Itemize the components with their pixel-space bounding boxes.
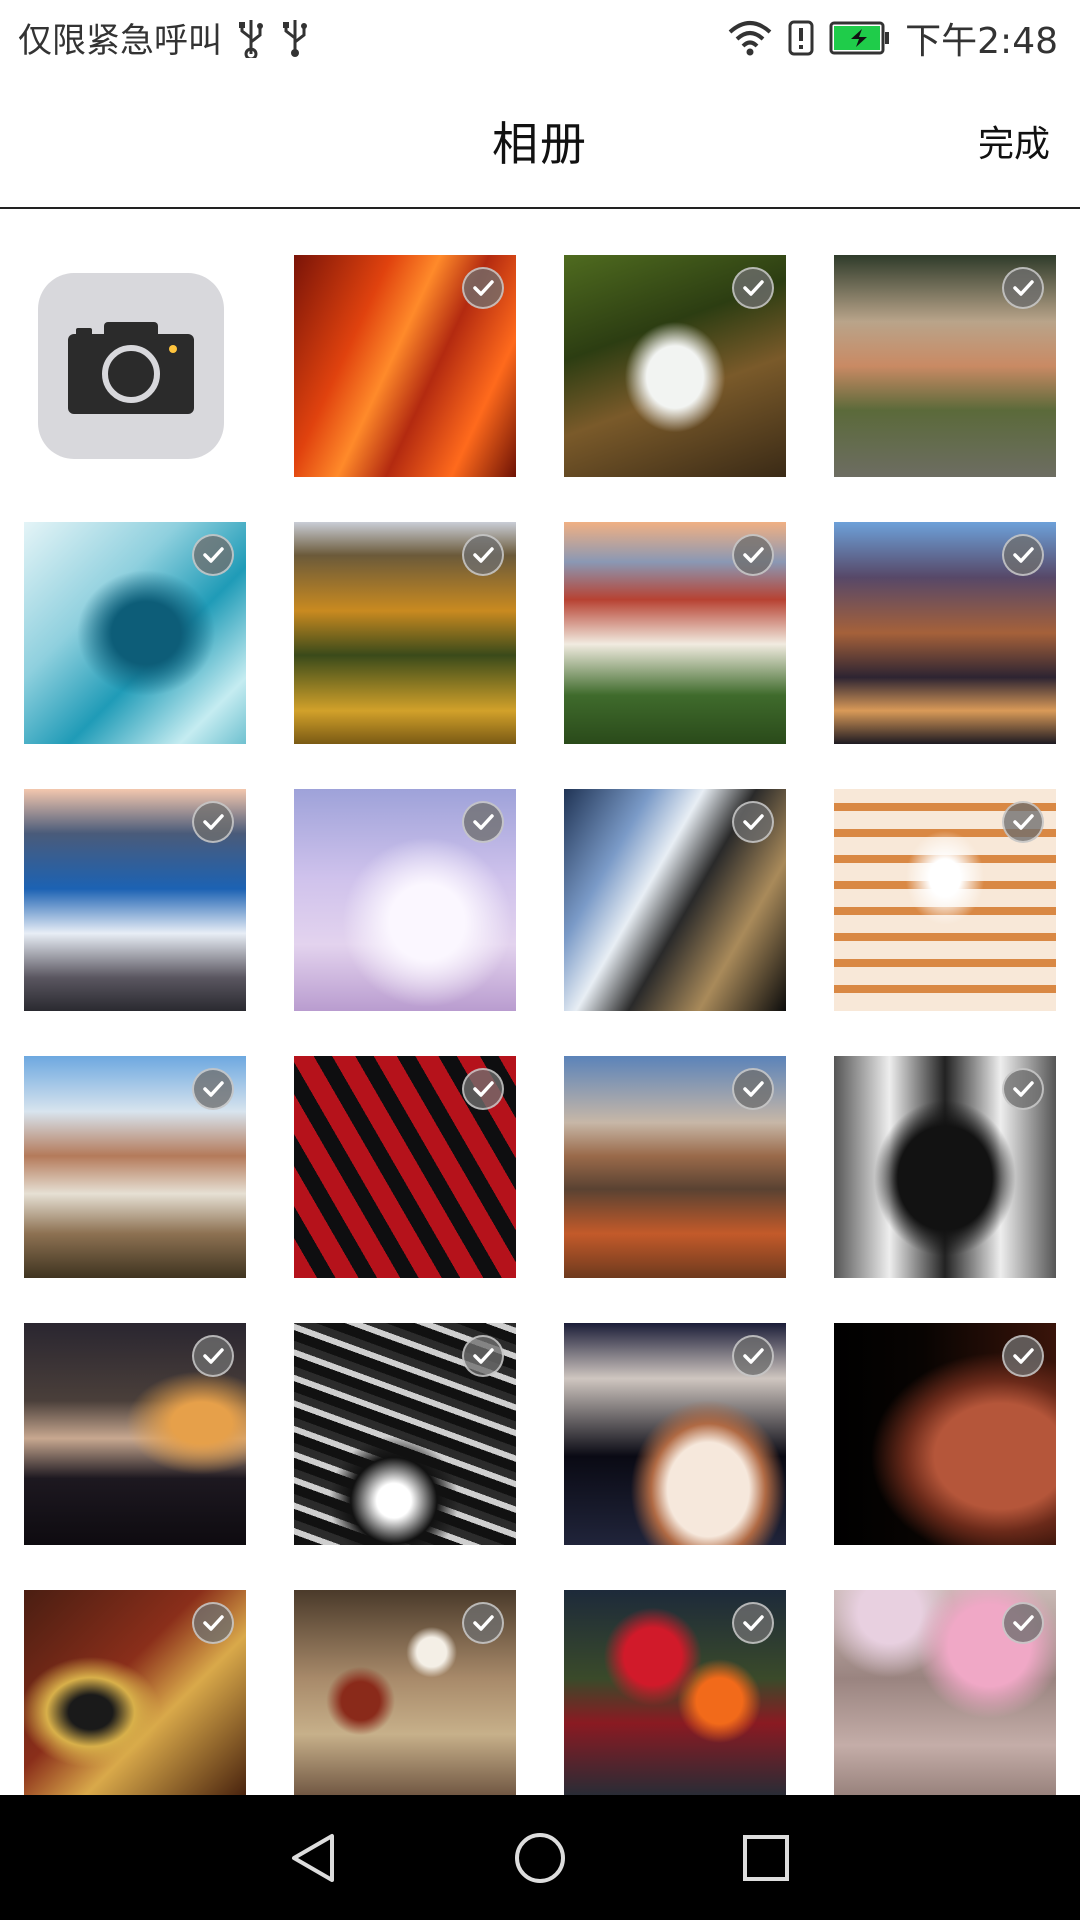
photo-thumbnail[interactable]	[564, 255, 786, 477]
recents-button[interactable]	[738, 1830, 794, 1886]
photo-thumbnail[interactable]	[294, 1056, 516, 1278]
wifi-icon	[728, 20, 772, 55]
selected-check-icon[interactable]	[1002, 801, 1044, 843]
selected-check-icon[interactable]	[732, 267, 774, 309]
done-button[interactable]: 完成	[978, 115, 1050, 167]
selected-check-icon[interactable]	[732, 1602, 774, 1644]
status-right: 下午2:48	[727, 12, 1058, 64]
selected-check-icon[interactable]	[462, 1068, 504, 1110]
selected-check-icon[interactable]	[462, 1602, 504, 1644]
photo-thumbnail[interactable]	[294, 789, 516, 1011]
photo-thumbnail[interactable]	[294, 1323, 516, 1545]
photo-thumbnail[interactable]	[834, 1590, 1056, 1795]
selected-check-icon[interactable]	[732, 1335, 774, 1377]
selected-check-icon[interactable]	[732, 1068, 774, 1110]
selected-check-icon[interactable]	[192, 1602, 234, 1644]
selected-check-icon[interactable]	[192, 1335, 234, 1377]
camera-button[interactable]	[38, 273, 224, 459]
back-button[interactable]	[286, 1830, 342, 1886]
photo-thumbnail[interactable]	[564, 522, 786, 744]
photo-thumbnail[interactable]	[564, 1056, 786, 1278]
carrier-text: 仅限紧急呼叫	[18, 21, 222, 61]
photo-thumbnail[interactable]	[294, 1590, 516, 1795]
selected-check-icon[interactable]	[1002, 267, 1044, 309]
photo-thumbnail[interactable]	[564, 1323, 786, 1545]
home-circle-icon	[515, 1832, 565, 1883]
photo-thumbnail[interactable]	[834, 255, 1056, 477]
selected-check-icon[interactable]	[1002, 1602, 1044, 1644]
selected-check-icon[interactable]	[1002, 534, 1044, 576]
selected-check-icon[interactable]	[732, 801, 774, 843]
selected-check-icon[interactable]	[1002, 1068, 1044, 1110]
status-bar: 仅限紧急呼叫 下午2:48	[0, 0, 1080, 75]
clock: 下午2:48	[905, 20, 1058, 62]
photo-thumbnail[interactable]	[294, 522, 516, 744]
selected-check-icon[interactable]	[462, 534, 504, 576]
battery-charging-icon	[829, 21, 890, 54]
header-bar: 相册 完成	[0, 75, 1080, 209]
selected-check-icon[interactable]	[462, 801, 504, 843]
selected-check-icon[interactable]	[192, 1068, 234, 1110]
photo-thumbnail[interactable]	[24, 1323, 246, 1545]
alert-icon	[788, 20, 814, 55]
recents-square-icon	[743, 1834, 789, 1881]
selected-check-icon[interactable]	[192, 534, 234, 576]
usb-icon	[283, 19, 307, 57]
navigation-bar	[0, 1795, 1080, 1920]
back-triangle-icon	[292, 1833, 334, 1882]
photo-grid	[0, 209, 1080, 1795]
photo-thumbnail[interactable]	[24, 789, 246, 1011]
photo-thumbnail[interactable]	[294, 255, 516, 477]
usb-icon	[239, 19, 263, 58]
selected-check-icon[interactable]	[192, 801, 234, 843]
photo-thumbnail[interactable]	[834, 1323, 1056, 1545]
photo-thumbnail[interactable]	[24, 522, 246, 744]
page-title: 相册	[492, 117, 588, 171]
selected-check-icon[interactable]	[732, 534, 774, 576]
selected-check-icon[interactable]	[462, 267, 504, 309]
selected-check-icon[interactable]	[462, 1335, 504, 1377]
camera-icon	[68, 322, 194, 414]
home-button[interactable]	[512, 1830, 568, 1886]
photo-thumbnail[interactable]	[24, 1056, 246, 1278]
photo-thumbnail[interactable]	[834, 789, 1056, 1011]
status-left: 仅限紧急呼叫	[18, 13, 310, 62]
photo-thumbnail[interactable]	[24, 1590, 246, 1795]
photo-thumbnail[interactable]	[834, 1056, 1056, 1278]
photo-thumbnail[interactable]	[564, 1590, 786, 1795]
photo-thumbnail[interactable]	[834, 522, 1056, 744]
photo-thumbnail[interactable]	[564, 789, 786, 1011]
selected-check-icon[interactable]	[1002, 1335, 1044, 1377]
